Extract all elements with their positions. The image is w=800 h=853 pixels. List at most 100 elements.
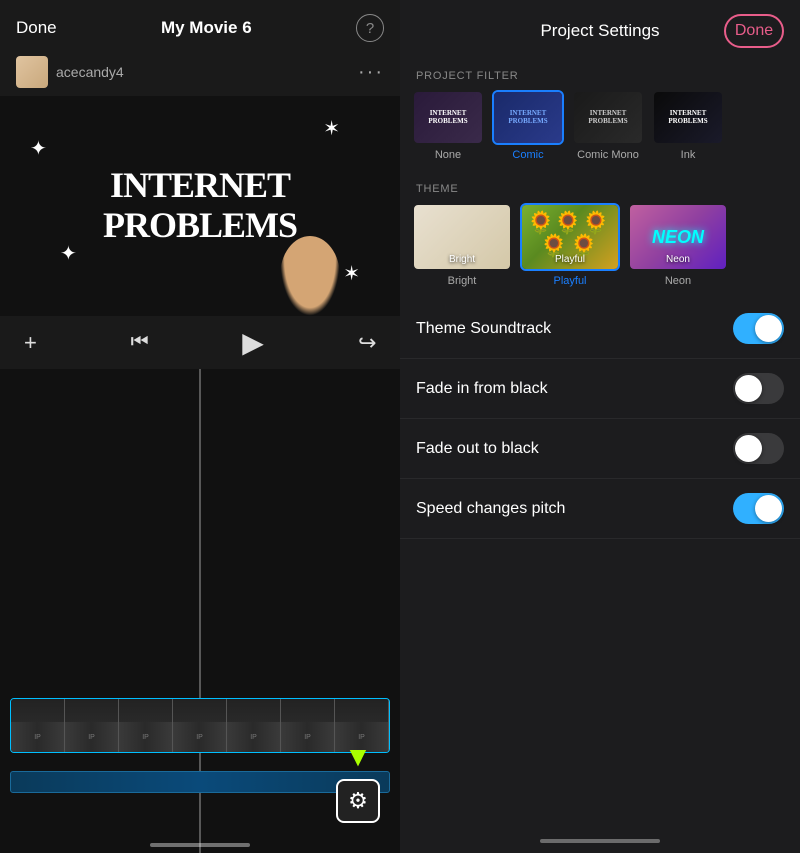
play-button[interactable]: ▶ xyxy=(242,326,264,359)
video-clip-track[interactable]: IP IP IP IP IP IP IP xyxy=(10,698,390,753)
filter-label-ink: Ink xyxy=(681,149,696,161)
filter-thumb-ink[interactable]: INTERNETPROBLEMS xyxy=(652,90,724,145)
filter-label-comic: Comic xyxy=(512,149,543,161)
clip-frame: IP xyxy=(11,699,65,752)
theme-thumb-playful[interactable]: 🌻 🌻 🌻 🌻 🌻 Playful xyxy=(520,203,620,271)
theme-item-playful[interactable]: 🌻 🌻 🌻 🌻 🌻 Playful Playful xyxy=(520,203,620,287)
toggle-label-fade-in: Fade in from black xyxy=(416,380,548,398)
undo-button[interactable]: ↩ xyxy=(358,330,376,356)
filter-item-comic-mono[interactable]: INTERNETPROBLEMS Comic Mono xyxy=(572,90,644,161)
clip-thumbnail: IP xyxy=(227,722,280,752)
user-info: acecandy4 xyxy=(16,56,124,88)
toggle-row-fade-in: Fade in from black xyxy=(400,359,800,419)
theme-overlay-neon: Neon xyxy=(630,254,726,265)
toggle-knob xyxy=(755,495,782,522)
theme-section-label: THEME xyxy=(400,173,800,203)
clip-thumbnail: IP xyxy=(119,722,172,752)
right-header: Project Settings Done xyxy=(400,0,800,60)
filter-preview-none: INTERNETPROBLEMS xyxy=(414,92,482,143)
theme-item-neon[interactable]: NEON Neon Neon xyxy=(628,203,728,287)
filter-item-ink[interactable]: INTERNETPROBLEMS Ink xyxy=(652,90,724,161)
theme-thumb-neon[interactable]: NEON Neon xyxy=(628,203,728,271)
neon-label: NEON xyxy=(652,227,704,248)
theme-item-bright[interactable]: Bright Bright xyxy=(412,203,512,287)
help-button[interactable]: ? xyxy=(356,14,384,42)
home-bar xyxy=(540,839,660,843)
toggle-row-speed-pitch: Speed changes pitch xyxy=(400,479,800,539)
question-icon: ? xyxy=(366,20,374,37)
right-panel: Project Settings Done PROJECT FILTER INT… xyxy=(400,0,800,853)
add-clip-button[interactable]: + xyxy=(24,330,37,356)
down-arrow-icon: ▼ xyxy=(344,741,372,773)
toggle-switch-speed-pitch[interactable] xyxy=(733,493,784,524)
avatar xyxy=(16,56,48,88)
home-indicator xyxy=(150,843,250,847)
video-title-line1: INTERNET xyxy=(103,166,297,206)
audio-track xyxy=(10,771,390,793)
toggle-switch-fade-in[interactable] xyxy=(733,373,784,404)
toggle-knob xyxy=(755,315,782,342)
filter-thumb-comic-mono[interactable]: INTERNETPROBLEMS xyxy=(572,90,644,145)
toggle-label-speed-pitch: Speed changes pitch xyxy=(416,500,565,518)
filter-label-comic-mono: Comic Mono xyxy=(577,149,639,161)
person-silhouette xyxy=(280,236,340,316)
user-row: acecandy4 ··· xyxy=(0,52,400,96)
more-options-button[interactable]: ··· xyxy=(358,61,384,84)
filter-preview-ink: INTERNETPROBLEMS xyxy=(654,92,722,143)
filter-text: INTERNETPROBLEMS xyxy=(508,110,547,125)
clip-frame: IP xyxy=(65,699,119,752)
clip-thumbnail: IP xyxy=(281,722,334,752)
filter-text: INTERNETPROBLEMS xyxy=(668,110,707,125)
filter-thumb-none[interactable]: INTERNETPROBLEMS xyxy=(412,90,484,145)
filter-text: INTERNETPROBLEMS xyxy=(428,110,467,125)
star-decoration: ✶ xyxy=(323,116,340,141)
theme-overlay-bright: Bright xyxy=(414,254,510,265)
filter-preview-comic-mono: INTERNETPROBLEMS xyxy=(574,92,642,143)
filter-thumb-comic[interactable]: INTERNETPROBLEMS xyxy=(492,90,564,145)
star-decoration: ✦ xyxy=(30,136,47,161)
clip-frame: IP xyxy=(119,699,173,752)
filter-preview-comic: INTERNETPROBLEMS xyxy=(494,92,562,143)
gear-icon: ⚙ xyxy=(348,788,368,814)
toggle-row-fade-out: Fade out to black xyxy=(400,419,800,479)
filter-label-none: None xyxy=(435,149,461,161)
movie-title: My Movie 6 xyxy=(161,18,252,38)
clip-frame: IP xyxy=(227,699,281,752)
clip-thumbnail: IP xyxy=(65,722,118,752)
done-button[interactable]: Done xyxy=(16,18,57,38)
filter-item-none[interactable]: INTERNETPROBLEMS None xyxy=(412,90,484,161)
toggle-row-theme-soundtrack: Theme Soundtrack xyxy=(400,299,800,359)
clip-frame: IP xyxy=(173,699,227,752)
star-decoration: ✦ xyxy=(60,241,77,266)
settings-title: Project Settings xyxy=(476,21,724,41)
video-overlay-text: INTERNET PROBLEMS xyxy=(103,166,297,245)
clip-frame: IP xyxy=(281,699,335,752)
home-indicator-right xyxy=(400,839,800,853)
left-panel: Done My Movie 6 ? acecandy4 ··· ✦ ✶ ✦ ✶ … xyxy=(0,0,400,853)
clip-thumbnail: IP xyxy=(11,722,64,752)
playback-controls: + ⏮ ▶ ↩ xyxy=(0,316,400,369)
left-header: Done My Movie 6 ? xyxy=(0,0,400,52)
filter-item-comic[interactable]: INTERNETPROBLEMS Comic xyxy=(492,90,564,161)
rewind-button[interactable]: ⏮ xyxy=(131,331,149,354)
video-title-line2: PROBLEMS xyxy=(103,206,297,246)
video-preview: ✦ ✶ ✦ ✶ INTERNET PROBLEMS xyxy=(0,96,400,316)
username: acecandy4 xyxy=(56,64,124,80)
theme-row: Bright Bright 🌻 🌻 🌻 🌻 🌻 Playful Playful xyxy=(400,203,800,299)
clip-thumbnail: IP xyxy=(173,722,226,752)
star-decoration: ✶ xyxy=(343,261,360,286)
theme-thumb-bright[interactable]: Bright xyxy=(412,203,512,271)
theme-label-neon: Neon xyxy=(665,275,691,287)
project-filter-label: PROJECT FILTER xyxy=(400,60,800,90)
filter-row: INTERNETPROBLEMS None INTERNETPROBLEMS C… xyxy=(400,90,800,173)
theme-overlay-playful: Playful xyxy=(522,254,618,265)
settings-btn-area: ▼ ⚙ xyxy=(336,741,380,823)
settings-done-button[interactable]: Done xyxy=(724,14,784,48)
toggle-switch-fade-out[interactable] xyxy=(733,433,784,464)
toggle-switch-theme-soundtrack[interactable] xyxy=(733,313,784,344)
filter-text: INTERNETPROBLEMS xyxy=(588,110,627,125)
toggle-label-fade-out: Fade out to black xyxy=(416,440,539,458)
toggle-knob xyxy=(735,435,762,462)
toggle-knob xyxy=(735,375,762,402)
gear-settings-button[interactable]: ⚙ xyxy=(336,779,380,823)
